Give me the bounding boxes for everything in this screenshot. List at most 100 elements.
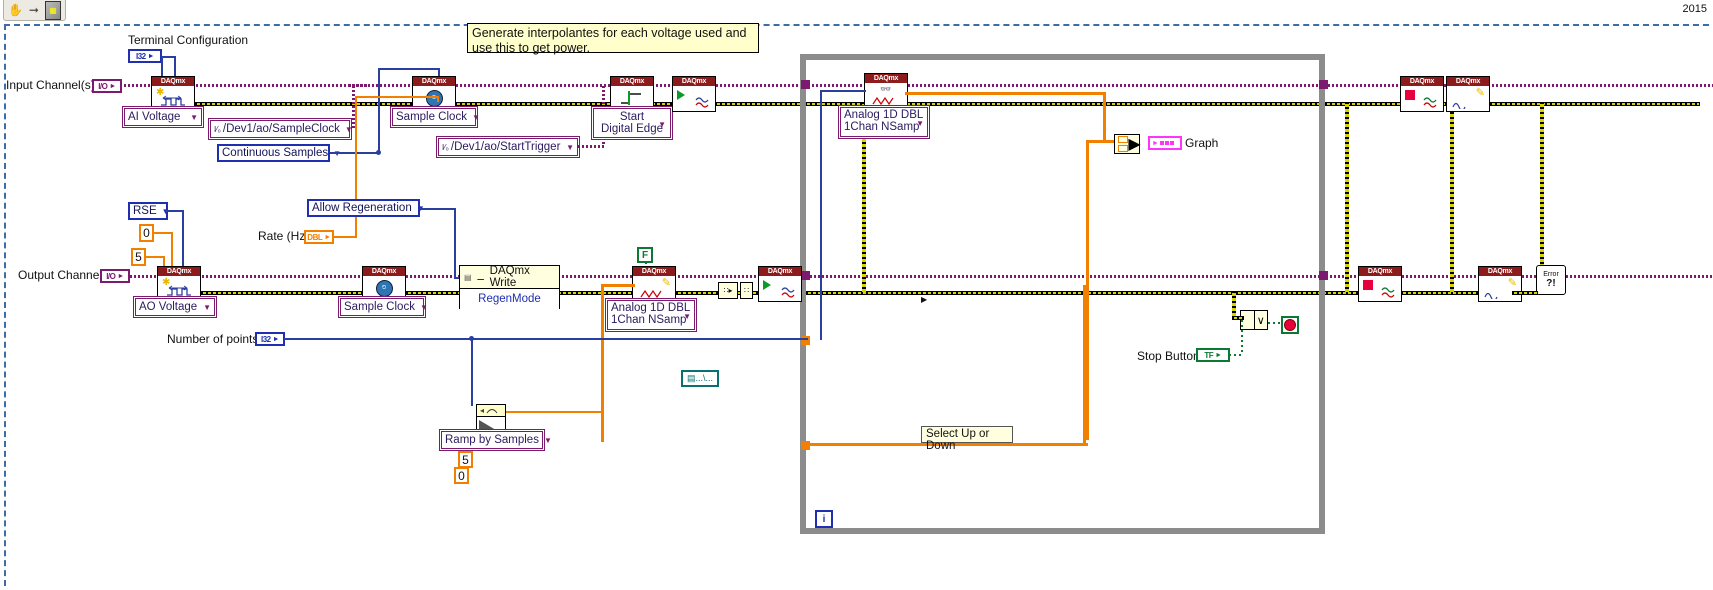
terminal-arrow-icon: ► xyxy=(324,233,331,241)
daqmx-timing-ai[interactable]: DAQmx ⏲ xyxy=(412,76,456,112)
analog-1d-dbl-write-combo[interactable]: Analog 1D DBL 1Chan NSamp ▼ xyxy=(607,300,695,330)
sample-clock-ai-combo[interactable]: Sample Clock ▼ xyxy=(392,108,480,126)
daqmx-stop-task-ao[interactable]: DAQmx xyxy=(1358,266,1402,302)
daqmx-banner: DAQmx xyxy=(865,74,907,83)
source-sampleclock-combo[interactable]: I⁄₀ /Dev1/ao/SampleClock ▼ xyxy=(210,120,353,138)
daqmx-start-task-ao[interactable]: DAQmx xyxy=(758,266,802,302)
stop-button-terminal[interactable]: TF ► xyxy=(1196,348,1230,362)
rate-hz-terminal[interactable]: DBL ► xyxy=(304,230,334,244)
write-connector-icon: ⚊ xyxy=(476,271,485,282)
path-icon: ▤...\... xyxy=(686,373,713,383)
daqmx-write-node[interactable]: ▤ ⚊ DAQmx Write ▶ RegenMode xyxy=(459,265,927,309)
output-channel-terminal[interactable]: I/O ► xyxy=(100,269,130,283)
daqmx-write-title: DAQmx Write xyxy=(489,265,530,289)
chevron-down-icon: ▼ xyxy=(543,435,552,445)
daqmx-banner: DAQmx xyxy=(759,267,801,276)
input-channels-terminal[interactable]: I/O ► xyxy=(92,79,122,93)
wire-max-h xyxy=(145,256,165,258)
sample-clock-ao-combo[interactable]: Sample Clock ▼ xyxy=(340,298,428,316)
index-array-node-2[interactable]: ∷ xyxy=(740,282,753,299)
graph-pixel-icon xyxy=(1164,141,1169,145)
terminal-configuration-type: I32 xyxy=(135,51,146,61)
wire-ramp-to-write-h xyxy=(601,284,635,287)
chevron-down-icon: ▼ xyxy=(683,312,691,321)
graph-indicator-terminal[interactable]: ► xyxy=(1148,136,1182,150)
daqmx-write-mode-row[interactable]: ▶ RegenMode xyxy=(460,289,927,309)
bundle-input-2-icon xyxy=(1117,145,1128,152)
daqmx-stop-task-ai[interactable]: DAQmx xyxy=(1400,76,1444,112)
chevron-down-icon: ▼ xyxy=(203,302,211,312)
simple-error-handler[interactable]: Error ?! xyxy=(1536,265,1566,295)
source-starttrigger-combo[interactable]: I⁄₀ /Dev1/ao/StartTrigger ▼ xyxy=(438,138,578,156)
continuous-samples-combo[interactable]: Continuous Samples ▼ xyxy=(217,144,341,162)
chevron-down-icon: ▼ xyxy=(916,119,924,128)
daqmx-start-ai-glyph xyxy=(673,86,715,110)
daqmx-timing-ao[interactable]: DAQmx ⏲ xyxy=(362,266,406,302)
hand-tool-icon[interactable]: ✋ xyxy=(8,2,23,19)
toolbar-button-group[interactable]: ✋ ➞ ▦ xyxy=(3,0,66,21)
ramp-curve-icon xyxy=(486,408,498,413)
ramp-node-header: ◂ xyxy=(477,405,505,417)
source-starttrigger-label: /Dev1/ao/StartTrigger xyxy=(450,141,561,153)
stop-square-icon xyxy=(1405,90,1415,100)
daqmx-clear-task-ai[interactable]: DAQmx ✎ xyxy=(1446,76,1490,112)
source-sampleclock-label: /Dev1/ao/SampleClock xyxy=(222,123,340,135)
ramp-start-constant[interactable]: 5 xyxy=(458,451,473,468)
ramp-pattern-node[interactable]: ◂ xyxy=(476,404,506,434)
bundle-node[interactable]: ▶ xyxy=(1114,134,1141,154)
daqmx-write-header: ▤ ⚊ DAQmx Write xyxy=(460,265,559,289)
ramp-by-samples-combo[interactable]: Ramp by Samples ▼ xyxy=(441,431,552,449)
allow-regeneration-combo[interactable]: Allow Regeneration ▼ xyxy=(307,199,425,217)
path-constant[interactable]: ▤...\... xyxy=(681,370,719,387)
loop-tunnel-ao-out[interactable] xyxy=(1319,271,1328,280)
not-equal-node[interactable]: ∨ xyxy=(1240,310,1268,330)
daqmx-trigger-start[interactable]: DAQmx xyxy=(610,76,654,112)
ao-min-constant[interactable]: 0 xyxy=(139,224,154,242)
write-mode-arrow-icon: ▶ xyxy=(921,294,928,304)
wire-junction xyxy=(376,150,381,155)
daqmx-stop-ai-glyph xyxy=(1401,86,1443,110)
arrow-right-icon[interactable]: ➞ xyxy=(27,2,41,19)
index-node-icon: ∷ xyxy=(743,286,750,295)
start-digital-edge-combo[interactable]: Start Digital Edge ▼ xyxy=(593,108,671,138)
wire-error-loop-right xyxy=(1345,102,1349,292)
stop-sign-icon xyxy=(1284,319,1296,331)
rse-combo[interactable]: RSE ▼ xyxy=(128,202,170,220)
wire-stop-cond xyxy=(1268,322,1282,324)
ao-voltage-label: AO Voltage xyxy=(139,301,198,313)
daqmx-write-icon-node[interactable]: DAQmx ✎ xyxy=(632,266,676,302)
loop-tunnel-ao-task[interactable] xyxy=(801,271,810,280)
daqmx-create-virtual-channel-ao[interactable]: DAQmx ✱ xyxy=(157,266,201,302)
terminal-arrow-icon: ► xyxy=(1215,351,1222,359)
ai-voltage-combo[interactable]: AI Voltage ▼ xyxy=(124,108,202,126)
loop-stop-condition[interactable] xyxy=(1281,316,1299,334)
analog-read-line1: Analog 1D DBL xyxy=(844,109,924,121)
loop-tunnel-task-in[interactable] xyxy=(801,80,810,89)
terminal-arrow-icon: ► xyxy=(147,52,155,60)
output-channel-label: Output Channel xyxy=(18,268,103,282)
ramp-end-constant[interactable]: 0 xyxy=(454,467,469,484)
daqmx-start-task-ai[interactable]: DAQmx xyxy=(672,76,716,112)
false-constant[interactable]: F xyxy=(637,247,653,263)
daqmx-banner: DAQmx xyxy=(1479,267,1521,276)
analog-write-line1: Analog 1D DBL xyxy=(611,302,691,314)
channel-waveform-icon xyxy=(167,285,191,296)
loop-tunnel-task-out[interactable] xyxy=(1319,80,1328,89)
wire-min-v xyxy=(171,232,173,268)
loop-iteration-terminal[interactable]: i xyxy=(815,510,833,528)
daqmx-clear-task-ao[interactable]: DAQmx ✎ xyxy=(1478,266,1522,302)
analog-1d-dbl-read-combo[interactable]: Analog 1D DBL 1Chan NSamp ▼ xyxy=(840,107,928,137)
error-handler-text: Error xyxy=(1543,271,1559,278)
graph-pixel-icon xyxy=(1169,141,1174,145)
ao-max-constant[interactable]: 5 xyxy=(131,248,146,266)
write-terminal-icon: ▤ xyxy=(464,272,472,282)
daqmx-read[interactable]: DAQmx 👓 xyxy=(864,73,908,109)
connector-pane-icon[interactable]: ▦ xyxy=(44,0,61,20)
index-array-node[interactable]: ∷▸ xyxy=(718,282,738,299)
comment-interpolantes: Generate interpolantes for each voltage … xyxy=(467,23,759,55)
ao-voltage-combo[interactable]: AO Voltage ▼ xyxy=(135,298,215,316)
terminal-configuration-terminal[interactable]: I32 ► xyxy=(128,49,162,63)
number-of-points-terminal[interactable]: I32 ► xyxy=(255,332,285,346)
sample-clock-ai-label: Sample Clock xyxy=(396,111,467,123)
daqmx-create-virtual-channel-ai[interactable]: DAQmx ✱ xyxy=(151,76,195,112)
